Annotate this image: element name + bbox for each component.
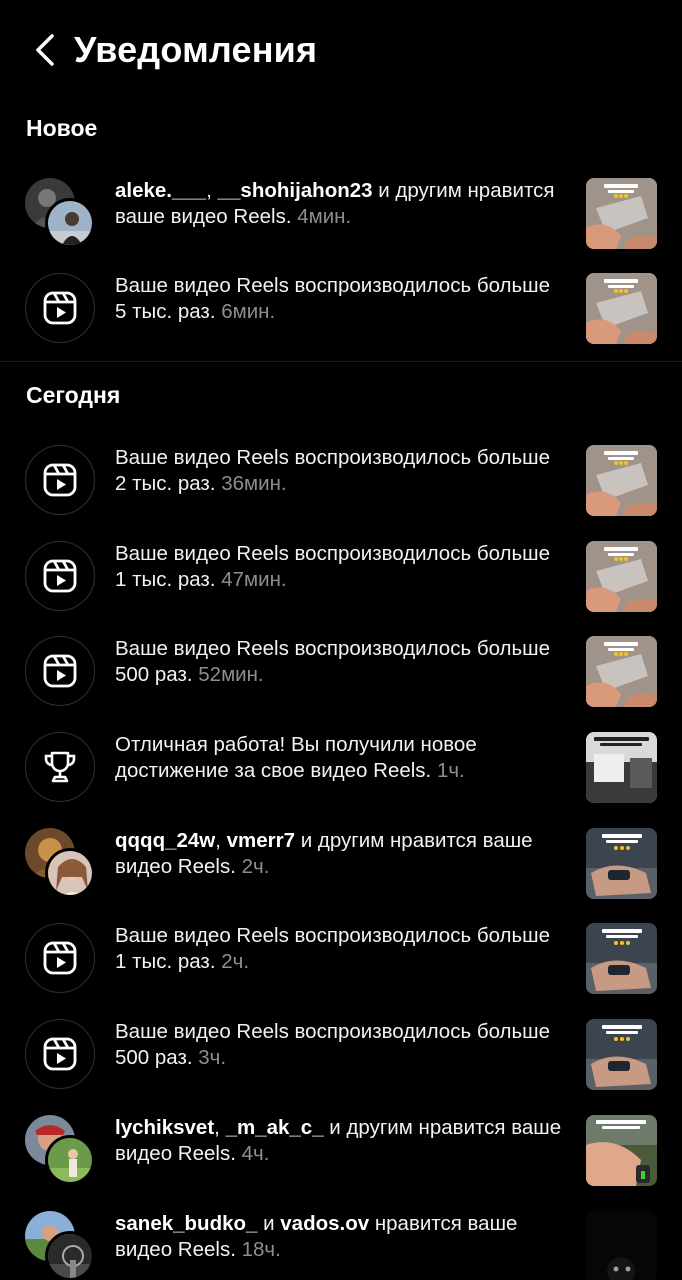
- username[interactable]: sanek_budko_: [115, 1212, 257, 1235]
- notification-row[interactable]: Ваше видео Reels воспроизводилось больше…: [0, 531, 682, 621]
- notification-row[interactable]: Ваше видео Reels воспроизводилось больше…: [0, 1009, 682, 1099]
- icon-wrapper: [25, 636, 95, 706]
- username[interactable]: qqqq_24w: [115, 829, 215, 852]
- timestamp: 4ч.: [241, 1142, 270, 1165]
- back-button[interactable]: [28, 30, 62, 70]
- reel-thumbnail[interactable]: [586, 273, 657, 344]
- reel-thumbnail[interactable]: [586, 1019, 657, 1090]
- icon-wrapper: [25, 541, 95, 611]
- reel-thumbnail[interactable]: [586, 732, 657, 803]
- avatar[interactable]: [45, 1231, 95, 1280]
- timestamp: 2ч.: [221, 950, 250, 973]
- reels-icon: [25, 273, 95, 343]
- notification-row[interactable]: Отличная работа! Вы получили новое дости…: [0, 722, 682, 812]
- avatar-group[interactable]: [25, 178, 95, 248]
- timestamp: 18ч.: [241, 1238, 281, 1261]
- notification-row[interactable]: aleke.___, __shohijahon23 и другим нрави…: [0, 168, 682, 258]
- notification-text: qqqq_24w, vmerr7 и другим нравится ваше …: [115, 829, 533, 878]
- page-title: Уведомления: [74, 29, 318, 70]
- username[interactable]: __shohijahon23: [218, 179, 373, 202]
- icon-wrapper: [25, 1019, 95, 1089]
- reels-icon: [25, 445, 95, 515]
- avatar[interactable]: [45, 1135, 95, 1185]
- notification-text: Ваше видео Reels воспроизводилось больше…: [115, 542, 551, 591]
- divider: [0, 361, 682, 362]
- timestamp: 6мин.: [221, 300, 276, 323]
- avatar[interactable]: [45, 198, 95, 248]
- timestamp: 3ч.: [198, 1046, 227, 1069]
- notification-text: Ваше видео Reels воспроизводилось больше…: [115, 274, 551, 323]
- icon-wrapper: [25, 445, 95, 515]
- avatar-group[interactable]: [25, 828, 95, 898]
- reel-thumbnail[interactable]: [586, 828, 657, 899]
- notification-row[interactable]: Ваше видео Reels воспроизводилось больше…: [0, 913, 682, 1003]
- notification-row[interactable]: qqqq_24w, vmerr7 и другим нравится ваше …: [0, 818, 682, 908]
- notification-row[interactable]: sanek_budko_ и vados.ov нравится ваше ви…: [0, 1201, 682, 1280]
- header: Уведомления: [0, 0, 682, 100]
- trophy-icon: [25, 732, 95, 802]
- username[interactable]: vmerr7: [227, 829, 295, 852]
- notification-row[interactable]: Ваше видео Reels воспроизводилось больше…: [0, 435, 682, 525]
- notification-row[interactable]: lychiksvet, _m_ak_c_ и другим нравится в…: [0, 1105, 682, 1195]
- notification-row[interactable]: Ваше видео Reels воспроизводилось больше…: [0, 263, 682, 353]
- timestamp: 4мин.: [297, 205, 352, 228]
- avatar-group[interactable]: [25, 1211, 95, 1280]
- reels-icon: [25, 923, 95, 993]
- reels-icon: [25, 541, 95, 611]
- username[interactable]: lychiksvet: [115, 1116, 214, 1139]
- reel-thumbnail[interactable]: [586, 923, 657, 994]
- notification-text: Отличная работа! Вы получили новое дости…: [115, 733, 477, 782]
- notification-text: Ваше видео Reels воспроизводилось больше…: [115, 1020, 551, 1069]
- icon-wrapper: [25, 273, 95, 343]
- reel-thumbnail[interactable]: [586, 541, 657, 612]
- chevron-left-icon: [36, 34, 54, 66]
- icon-wrapper: [25, 923, 95, 993]
- username[interactable]: aleke.___: [115, 179, 206, 202]
- section-new-heading: Новое: [26, 115, 98, 141]
- reels-icon: [25, 636, 95, 706]
- notification-row[interactable]: Ваше видео Reels воспроизводилось больше…: [0, 626, 682, 716]
- notification-text: lychiksvet, _m_ak_c_ и другим нравится в…: [115, 1116, 562, 1165]
- avatar[interactable]: [45, 848, 95, 898]
- notification-text: sanek_budko_ и vados.ov нравится ваше ви…: [115, 1212, 518, 1261]
- username[interactable]: vados.ov: [280, 1212, 369, 1235]
- notification-text: Ваше видео Reels воспроизводилось больше…: [115, 637, 551, 686]
- reel-thumbnail[interactable]: [586, 1115, 657, 1186]
- username[interactable]: _m_ak_c_: [226, 1116, 324, 1139]
- reel-thumbnail[interactable]: [586, 178, 657, 249]
- timestamp: 52мин.: [198, 663, 264, 686]
- reel-thumbnail[interactable]: [586, 636, 657, 707]
- timestamp: 47мин.: [221, 568, 287, 591]
- reels-icon: [25, 1019, 95, 1089]
- avatar-group[interactable]: [25, 1115, 95, 1185]
- timestamp: 36мин.: [221, 472, 287, 495]
- reel-thumbnail[interactable]: [586, 1211, 657, 1280]
- timestamp: 1ч.: [436, 759, 465, 782]
- notification-text: Ваше видео Reels воспроизводилось больше…: [115, 446, 551, 495]
- reel-thumbnail[interactable]: [586, 445, 657, 516]
- notification-text: aleke.___, __shohijahon23 и другим нрави…: [115, 179, 555, 228]
- section-today-heading: Сегодня: [26, 382, 121, 408]
- notification-text: Ваше видео Reels воспроизводилось больше…: [115, 924, 551, 973]
- icon-wrapper: [25, 732, 95, 802]
- timestamp: 2ч.: [241, 855, 270, 878]
